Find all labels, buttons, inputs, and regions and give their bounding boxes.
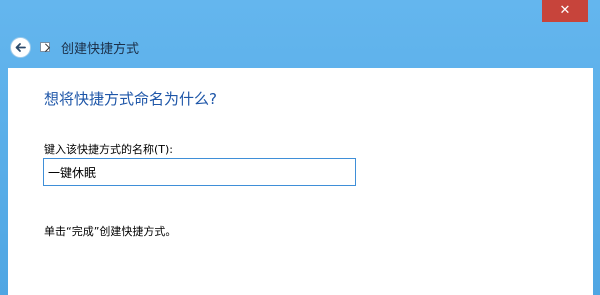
close-button[interactable]: ✕ [542,0,588,22]
shortcut-name-label: 键入该快捷方式的名称(T): [44,143,174,156]
finish-hint-text: 单击“完成”创建快捷方式。 [44,225,177,238]
back-arrow-icon [15,43,26,52]
wizard-content: 想将快捷方式命名为什么? 键入该快捷方式的名称(T): 单击“完成”创建快捷方式… [8,68,593,295]
page-heading: 想将快捷方式命名为什么? [44,90,217,108]
dialog-window: ✕ 创建快捷方式 想将快捷方式命名为什么? 键入该快捷方式的名称(T): 单击“… [0,0,600,295]
close-icon: ✕ [559,3,571,18]
window-title: 创建快捷方式 [61,42,140,57]
back-button[interactable] [10,37,31,58]
shortcut-name-input[interactable] [43,158,356,186]
shortcut-icon [40,42,50,52]
